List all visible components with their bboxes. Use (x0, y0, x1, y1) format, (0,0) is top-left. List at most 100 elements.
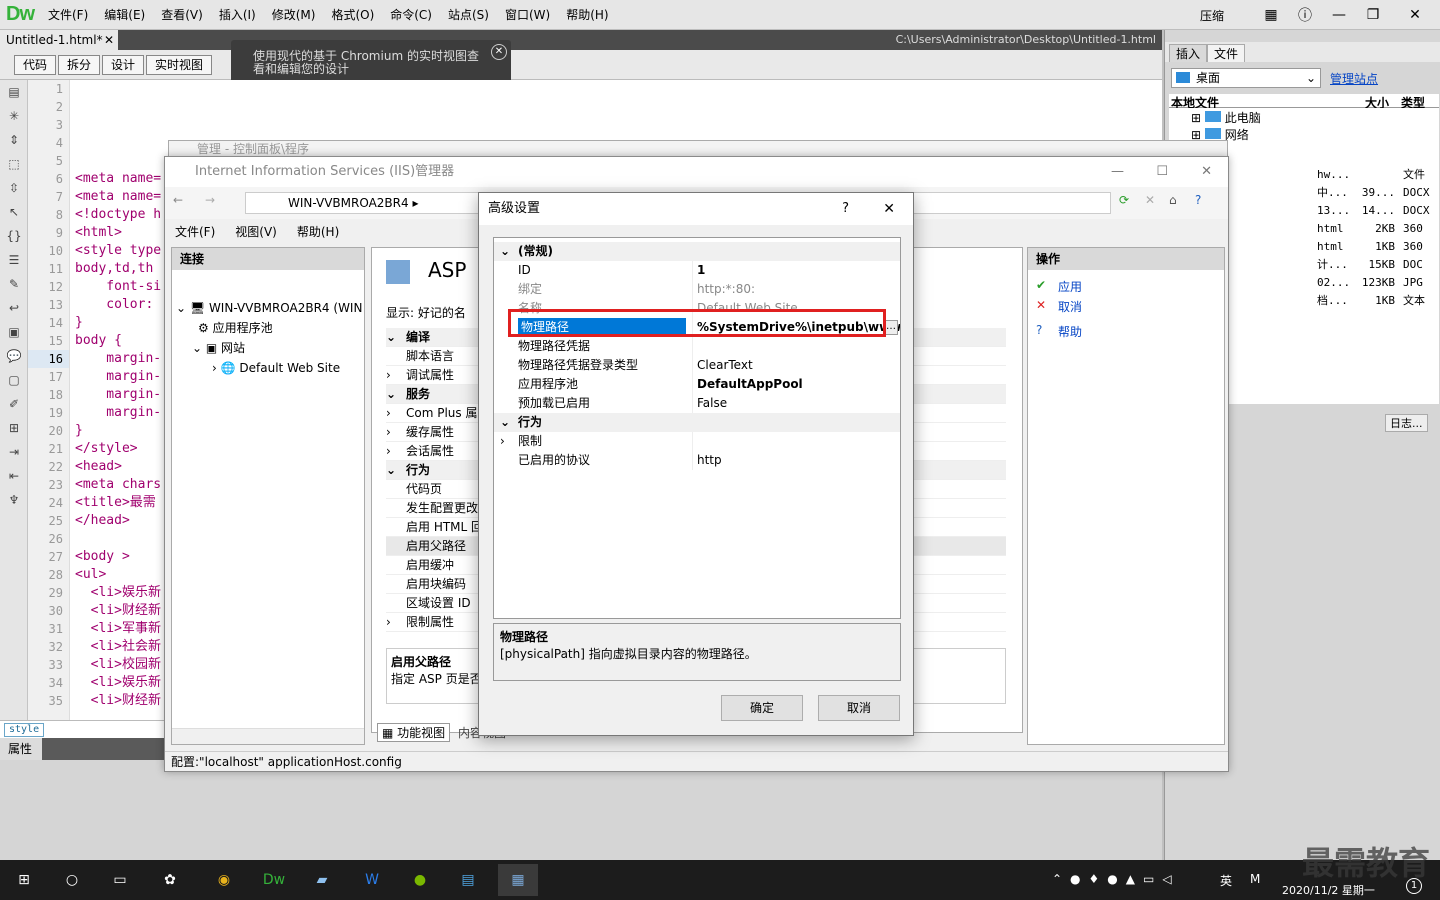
design-view-button[interactable]: 设计 (102, 55, 145, 75)
menu-site[interactable]: 站点(S) (440, 0, 497, 30)
grid-row[interactable]: 绑定 http:*:80: (494, 280, 900, 299)
menu-commands[interactable]: 命令(C) (382, 0, 440, 30)
document-tab[interactable]: Untitled-1.html* ✕ (0, 30, 118, 50)
cancel-button[interactable]: 取消 (818, 695, 900, 721)
menu-modify[interactable]: 修改(M) (264, 0, 324, 30)
dreamweaver-taskbar-icon[interactable]: Dw (254, 864, 294, 896)
expand-all-icon[interactable]: ⇳ (0, 176, 28, 200)
line-numbers-icon[interactable]: ☰ (0, 248, 28, 272)
code-line[interactable]: margin- (70, 404, 164, 422)
extension-icon[interactable]: ▦ (1254, 4, 1288, 26)
back-icon[interactable]: ← (173, 193, 183, 207)
code-line[interactable]: <li>财经新 (70, 692, 164, 710)
brush-icon[interactable]: ♆ (0, 488, 28, 512)
iis-menu-file[interactable]: 文件(F) (165, 221, 225, 243)
ok-button[interactable]: 确定 (721, 695, 803, 721)
menu-help[interactable]: 帮助(H) (558, 0, 616, 30)
close-tab-icon[interactable]: ✕ (104, 30, 114, 50)
restore-button[interactable]: ❐ (1356, 4, 1390, 26)
info-icon[interactable]: ⓘ (1288, 4, 1322, 26)
clock-date[interactable]: 2020/11/2 星期一 (1282, 882, 1375, 898)
chevron-down-icon[interactable]: ⌄ (386, 328, 406, 346)
tray-icons[interactable]: ⌃●♦●▲▭◁ (1052, 872, 1180, 886)
code-line[interactable]: margin- (70, 386, 164, 404)
action-apply[interactable]: 应用 (1058, 278, 1082, 296)
chrome-icon[interactable]: ◉ (204, 864, 244, 896)
grid-category[interactable]: ⌄ 行为 (494, 413, 900, 432)
code-line[interactable]: body { (70, 332, 164, 350)
code-line[interactable] (70, 98, 164, 116)
code-line[interactable]: <li>财经新 (70, 602, 164, 620)
grid-row[interactable]: 物理路径凭据登录类型 ClearText (494, 356, 900, 375)
code-line[interactable] (70, 530, 164, 548)
help-icon[interactable]: ? (1195, 193, 1201, 207)
code-line[interactable]: </head> (70, 512, 164, 530)
dialog-close-button[interactable]: ✕ (883, 193, 895, 225)
grid-row[interactable]: 预加载已启用 False (494, 394, 900, 413)
properties-tab[interactable]: 属性 (0, 738, 42, 760)
live-view-button[interactable]: 实时视图 (146, 55, 213, 75)
select-parent-icon[interactable]: ⬚ (0, 152, 28, 176)
task-view-icon[interactable]: ▭ (100, 864, 140, 896)
code-line[interactable]: <li>社会新 (70, 638, 164, 656)
highlight-icon[interactable]: ✎ (0, 272, 28, 296)
workspace-switcher[interactable]: 压缩 (1200, 7, 1254, 24)
start-icon[interactable]: ⊞ (4, 864, 44, 896)
code-line[interactable]: } (70, 314, 164, 332)
menu-view[interactable]: 查看(V) (153, 0, 211, 30)
iis-close-button[interactable]: ✕ (1201, 157, 1212, 187)
tree-server[interactable]: ⌄ 🖥 WIN-VVBMROA2BR4 (WIN (176, 298, 362, 318)
code-line[interactable]: margin- (70, 368, 164, 386)
iis-minimize-button[interactable]: — (1111, 157, 1124, 187)
chevron-down-icon[interactable]: ⌄ (386, 385, 406, 403)
word-icon[interactable]: W (352, 864, 392, 896)
chevron-right-icon[interactable]: › (386, 442, 406, 460)
green-app-icon[interactable]: ● (400, 864, 440, 896)
code-line[interactable] (70, 134, 164, 152)
browse-path-button[interactable]: … (884, 320, 898, 335)
grid-row[interactable]: ID 1 (494, 261, 900, 280)
menu-insert[interactable]: 插入(I) (211, 0, 264, 30)
code-line[interactable]: <meta chars (70, 476, 164, 494)
code-line[interactable] (70, 80, 164, 98)
app-icon[interactable]: ✿ (150, 864, 190, 896)
search-icon[interactable]: ○ (52, 864, 92, 896)
code-line[interactable]: <html> (70, 224, 164, 242)
code-line[interactable]: <meta name= (70, 170, 164, 188)
chevron-right-icon[interactable]: › (386, 423, 406, 441)
code-line[interactable]: <head> (70, 458, 164, 476)
format-icon[interactable]: ⊞ (0, 416, 28, 440)
syntax-icon[interactable]: ▣ (0, 320, 28, 344)
grid-category[interactable]: ⌄ (常规) (494, 242, 900, 261)
code-line[interactable]: } (70, 422, 164, 440)
code-line[interactable]: margin- (70, 350, 164, 368)
tab-insert[interactable]: 插入 (1169, 44, 1208, 62)
menu-format[interactable]: 格式(O) (323, 0, 382, 30)
chevron-down-icon[interactable]: ⌄ (386, 461, 406, 479)
tag-style[interactable]: style (4, 723, 45, 737)
indent-icon[interactable]: ⇥ (0, 440, 28, 464)
code-line[interactable]: <li>娱乐新 (70, 584, 164, 602)
split-view-button[interactable]: 拆分 (58, 55, 101, 75)
collapse-icon[interactable]: ⇕ (0, 128, 28, 152)
grid-row[interactable]: 已启用的协议 http (494, 451, 900, 470)
menu-edit[interactable]: 编辑(E) (96, 0, 153, 30)
code-line[interactable]: <!doctype h (70, 206, 164, 224)
code-line[interactable] (70, 152, 164, 170)
forward-icon[interactable]: → (205, 193, 215, 207)
code-line[interactable]: <ul> (70, 566, 164, 584)
tree-default-site[interactable]: › 🌐 Default Web Site (212, 358, 340, 378)
code-line[interactable]: font-si (70, 278, 164, 296)
action-cancel[interactable]: 取消 (1058, 298, 1082, 316)
log-button[interactable]: 日志... (1385, 414, 1428, 432)
breadcrumb-server[interactable]: WIN-VVBMROA2BR4 (288, 196, 409, 210)
tree-sites[interactable]: ⌄ ▣ 网站 (192, 338, 245, 358)
chevron-right-icon[interactable]: › (500, 432, 505, 451)
grid-row[interactable]: 应用程序池 DefaultAppPool (494, 375, 900, 394)
code-line[interactable]: <body > (70, 548, 164, 566)
action-help[interactable]: 帮助 (1058, 323, 1082, 341)
stop-icon[interactable]: ✕ (1145, 193, 1155, 207)
site-dropdown[interactable]: 桌面 ⌄ (1171, 68, 1321, 88)
wrap-icon[interactable]: ↩ (0, 296, 28, 320)
dialog-help-button[interactable]: ? (842, 193, 849, 225)
